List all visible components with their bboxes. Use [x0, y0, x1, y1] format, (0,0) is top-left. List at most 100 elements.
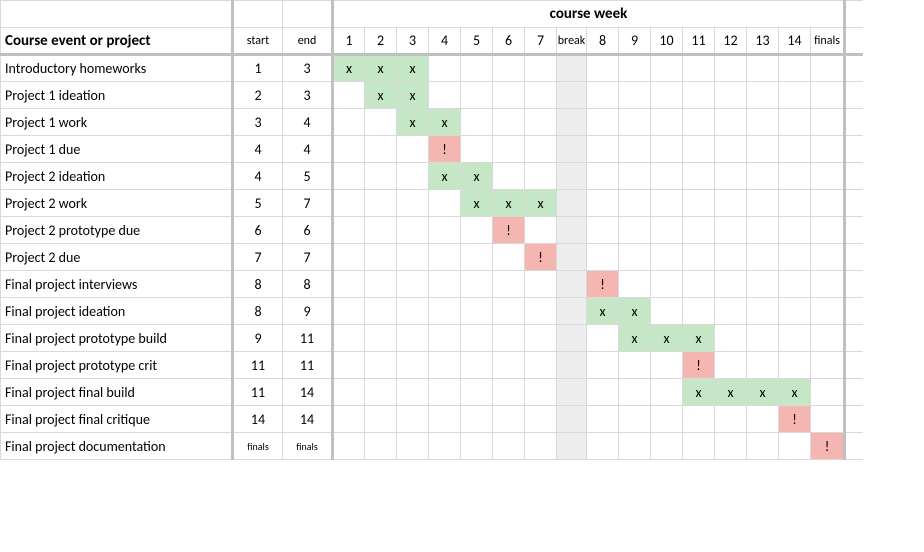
timeline-cell — [525, 82, 557, 109]
timeline-cell — [779, 244, 811, 271]
timeline-cell — [683, 406, 715, 433]
timeline-cell — [619, 379, 651, 406]
timeline-cell — [747, 433, 779, 460]
timeline-cell — [365, 352, 397, 379]
timeline-cell — [397, 244, 429, 271]
timeline-cell: x — [779, 379, 811, 406]
timeline-cell — [811, 271, 845, 298]
table-row: Final project prototype build911xxx — [1, 325, 863, 352]
timeline-cell — [651, 406, 683, 433]
timeline-cell — [333, 433, 365, 460]
timeline-cell — [525, 298, 557, 325]
timeline-cell — [525, 55, 557, 82]
timeline-cell — [779, 55, 811, 82]
timeline-cell — [493, 352, 525, 379]
blank-cell — [845, 325, 863, 352]
timeline-cell — [557, 379, 587, 406]
timeline-cell — [747, 406, 779, 433]
timeline-cell — [715, 325, 747, 352]
timeline-cell: ! — [811, 433, 845, 460]
timeline-cell — [587, 190, 619, 217]
event-name: Final project final critique — [1, 406, 233, 433]
timeline-cell — [493, 244, 525, 271]
timeline-cell — [683, 109, 715, 136]
timeline-cell — [429, 352, 461, 379]
end-header: end — [283, 28, 333, 55]
timeline-cell — [525, 163, 557, 190]
table-row: Final project final build1114xxxx — [1, 379, 863, 406]
timeline-cell: x — [619, 325, 651, 352]
timeline-cell — [493, 271, 525, 298]
timeline-cell — [651, 352, 683, 379]
timeline-cell — [587, 82, 619, 109]
timeline-cell — [587, 244, 619, 271]
timeline-cell — [429, 433, 461, 460]
start-value: 3 — [233, 109, 283, 136]
timeline-cell — [525, 352, 557, 379]
timeline-cell — [587, 433, 619, 460]
timeline-cell — [683, 136, 715, 163]
timeline-cell — [779, 109, 811, 136]
timeline-cell — [365, 433, 397, 460]
timeline-cell: ! — [587, 271, 619, 298]
table-row: Project 2 ideation45xx — [1, 163, 863, 190]
timeline-cell — [429, 379, 461, 406]
timeline-cell — [747, 136, 779, 163]
timeline-cell — [619, 190, 651, 217]
table-row: Final project documentationfinalsfinals! — [1, 433, 863, 460]
blank-cell — [845, 352, 863, 379]
end-value: 7 — [283, 244, 333, 271]
timeline-cell — [779, 352, 811, 379]
timeline-cell — [587, 217, 619, 244]
break-header: break — [557, 28, 587, 55]
timeline-cell — [715, 271, 747, 298]
timeline-cell — [651, 271, 683, 298]
end-value: 14 — [283, 379, 333, 406]
timeline-cell — [397, 298, 429, 325]
timeline-cell — [557, 271, 587, 298]
timeline-cell: x — [747, 379, 779, 406]
timeline-cell — [619, 55, 651, 82]
end-value: 14 — [283, 406, 333, 433]
table-row: Final project prototype crit1111! — [1, 352, 863, 379]
end-value: 11 — [283, 325, 333, 352]
table-row: Project 2 work57xxx — [1, 190, 863, 217]
timeline-cell — [811, 82, 845, 109]
timeline-cell — [493, 433, 525, 460]
week-header: 8 — [587, 28, 619, 55]
timeline-cell — [461, 379, 493, 406]
timeline-cell — [683, 271, 715, 298]
timeline-cell — [715, 109, 747, 136]
blank-cell — [845, 136, 863, 163]
week-header: 14 — [779, 28, 811, 55]
event-name: Final project final build — [1, 379, 233, 406]
timeline-cell — [525, 433, 557, 460]
timeline-cell — [397, 163, 429, 190]
timeline-cell — [333, 217, 365, 244]
start-value: 8 — [233, 298, 283, 325]
week-header: 9 — [619, 28, 651, 55]
week-header: 3 — [397, 28, 429, 55]
timeline-cell — [651, 109, 683, 136]
event-name: Final project prototype build — [1, 325, 233, 352]
timeline-cell — [779, 433, 811, 460]
timeline-cell — [333, 406, 365, 433]
blank-cell — [845, 55, 863, 82]
timeline-cell: x — [461, 190, 493, 217]
event-name: Project 2 ideation — [1, 163, 233, 190]
timeline-cell — [587, 136, 619, 163]
timeline-cell — [365, 163, 397, 190]
timeline-cell — [557, 298, 587, 325]
timeline-cell — [715, 352, 747, 379]
timeline-cell — [779, 136, 811, 163]
blank-cell — [845, 109, 863, 136]
timeline-cell — [683, 217, 715, 244]
timeline-cell: ! — [683, 352, 715, 379]
timeline-cell: x — [397, 109, 429, 136]
timeline-cell — [651, 82, 683, 109]
timeline-cell — [397, 136, 429, 163]
table-row: Final project final critique1414! — [1, 406, 863, 433]
timeline-cell: x — [525, 190, 557, 217]
timeline-cell — [429, 217, 461, 244]
timeline-cell — [461, 325, 493, 352]
